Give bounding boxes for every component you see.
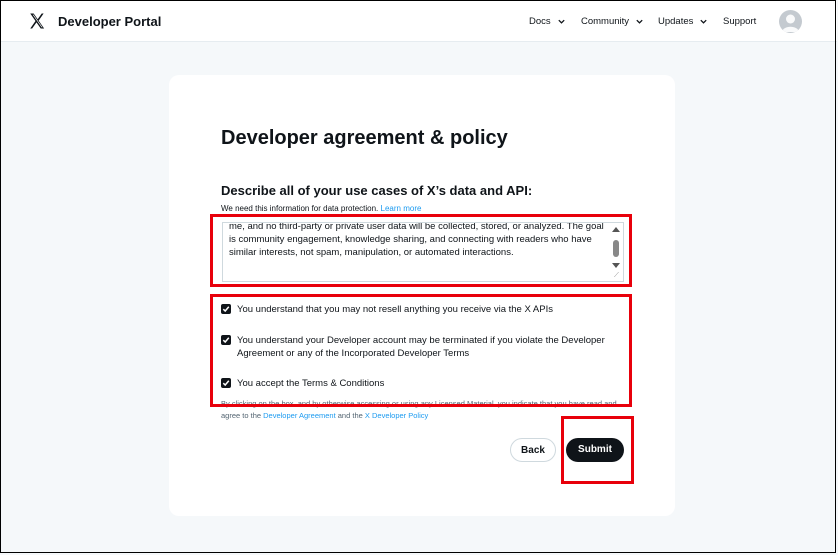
page-title: Developer agreement & policy [221, 127, 508, 149]
chevron-down-icon [558, 19, 565, 24]
user-avatar[interactable] [779, 10, 802, 33]
highlight-box-textarea [210, 214, 632, 287]
hint-text: We need this information for data protec… [221, 204, 379, 213]
nav-updates-label: Updates [658, 16, 694, 27]
chevron-down-icon [636, 19, 643, 24]
highlight-box-submit [561, 416, 634, 484]
use-case-question: Describe all of your use cases of X’s da… [221, 183, 533, 198]
nav-support-label: Support [723, 16, 757, 27]
highlight-box-checkboxes [210, 294, 632, 407]
developer-agreement-link[interactable]: Developer Agreement [263, 411, 336, 420]
use-case-hint: We need this information for data protec… [221, 204, 421, 213]
brand-title[interactable]: Developer Portal [58, 14, 161, 29]
legal-and: and the [337, 411, 363, 420]
nav-community-label: Community [581, 16, 630, 27]
top-navbar: Developer Portal Docs Community Updates … [1, 1, 837, 42]
chevron-down-icon [700, 19, 708, 24]
nav-docs[interactable]: Docs [529, 16, 566, 27]
avatar-icon [782, 14, 799, 32]
nav-updates[interactable]: Updates [658, 16, 708, 27]
nav-community[interactable]: Community [581, 16, 644, 27]
nav-support[interactable]: Support [723, 16, 756, 27]
back-button[interactable]: Back [510, 438, 556, 462]
developer-policy-link[interactable]: X Developer Policy [365, 411, 428, 420]
nav-docs-label: Docs [529, 16, 551, 27]
x-logo-icon[interactable] [28, 12, 46, 30]
learn-more-link[interactable]: Learn more [381, 204, 422, 213]
